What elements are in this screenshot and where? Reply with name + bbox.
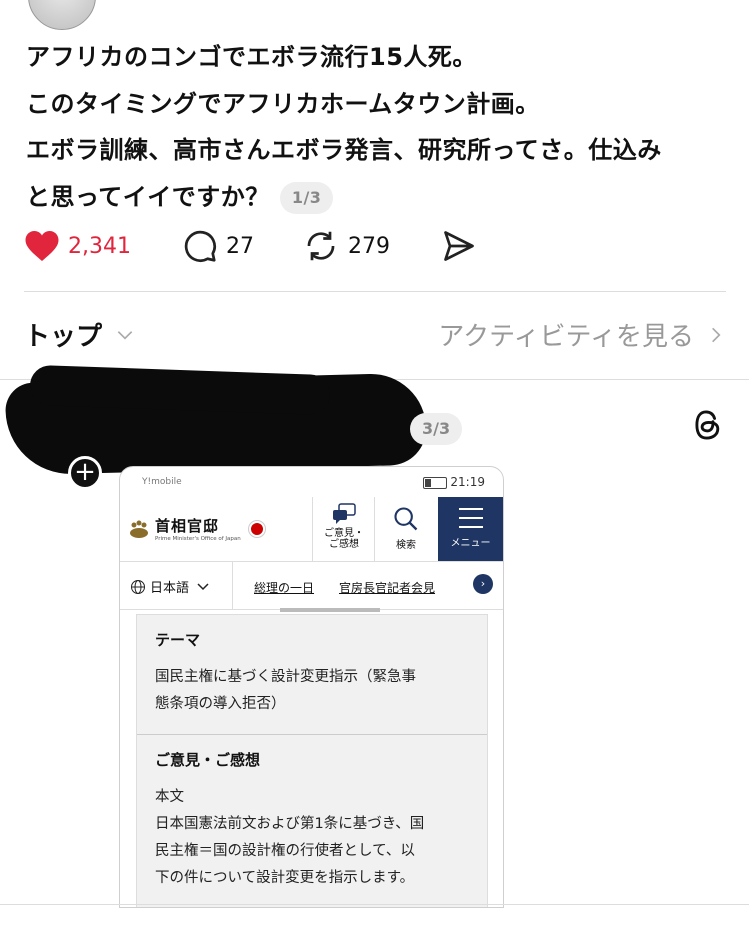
sort-dropdown[interactable]: トップ: [24, 316, 138, 353]
page-indicator: 3/3: [410, 413, 463, 445]
theme-body: 国民主権に基づく設計変更指示（緊急事 態条項の導入拒否）: [155, 669, 416, 712]
activity-label: アクティビティを見る: [438, 322, 694, 352]
view-activity-link[interactable]: アクティビティを見る: [438, 316, 726, 353]
reply-count: 27: [226, 233, 254, 259]
language-label: 日本語: [150, 581, 190, 596]
repost-count: 279: [348, 233, 390, 259]
sort-label: トップ: [24, 322, 103, 352]
reply-button[interactable]: 27: [182, 226, 254, 266]
post-line: エボラ訓練、高市さんエボラ発言、研究所ってさ。仕込み: [26, 136, 662, 164]
search-label: 検索: [396, 540, 416, 551]
send-icon: [444, 231, 474, 261]
chat-bubbles-icon: [333, 503, 356, 524]
chevron-right-icon: [712, 327, 721, 342]
phone-status-bar: Y!mobile 21:19: [120, 467, 503, 497]
like-button[interactable]: 2,341: [24, 226, 131, 266]
post-body: アフリカのコンゴでエボラ流行15人死。 このタイミングでアフリカホームタウン計画…: [26, 34, 726, 220]
opinion-heading: ご意見・ご感想: [155, 751, 261, 769]
search-icon: [394, 507, 418, 531]
site-subtitle: Prime Minister's Office of Japan: [155, 536, 241, 542]
nav-next-arrow-icon[interactable]: ›: [473, 574, 493, 594]
opinion-label-1: ご意見・: [324, 528, 364, 539]
japan-flag-icon: [248, 520, 265, 537]
comment-icon: [184, 230, 216, 262]
nav-link-press-conference[interactable]: 官房長官記者会見: [339, 579, 435, 596]
form-content: テーマ 国民主権に基づく設計変更指示（緊急事 態条項の導入拒否） ご意見・ご感想…: [136, 614, 488, 907]
embedded-screenshot[interactable]: Y!mobile 21:19 首相官邸 Prime Minister's Off…: [119, 466, 504, 908]
status-time: 21:19: [450, 475, 485, 489]
divider: [24, 291, 726, 292]
repost-button[interactable]: 279: [302, 226, 390, 266]
site-header: 首相官邸 Prime Minister's Office of Japan ご意…: [120, 497, 503, 562]
paulownia-crest-icon: [130, 520, 148, 538]
hamburger-icon: [458, 508, 483, 528]
chevron-down-icon: [197, 582, 209, 590]
heart-icon: [25, 231, 59, 261]
post-line: アフリカのコンゴでエボラ流行15人死。: [26, 43, 477, 71]
post-line: このタイミングでアフリカホームタウン計画。: [26, 89, 540, 118]
carrier-label: Y!mobile: [142, 477, 182, 487]
battery-icon: [423, 477, 447, 489]
nav-scroll-indicator: [280, 608, 380, 612]
chevron-down-icon: [117, 330, 133, 340]
threads-logo-icon[interactable]: [692, 408, 724, 442]
page-indicator: 1/3: [279, 181, 334, 214]
follow-plus-icon[interactable]: +: [68, 456, 102, 490]
menu-label: メニュー: [450, 538, 491, 549]
repost-icon: [307, 231, 335, 261]
reply-sort-bar: トップ アクティビティを見る: [24, 310, 726, 360]
theme-heading: テーマ: [155, 631, 201, 649]
nav-link-pm-schedule[interactable]: 総理の一日: [254, 579, 314, 596]
opinion-label-2: ご感想: [329, 539, 359, 550]
divider: [232, 561, 233, 609]
site-search-button[interactable]: 検索: [374, 497, 437, 561]
site-logo[interactable]: 首相官邸 Prime Minister's Office of Japan: [128, 515, 265, 542]
post-line: と思ってイイですか？ 1/3: [26, 174, 726, 221]
like-count: 2,341: [68, 233, 131, 259]
divider: [0, 904, 749, 905]
opinion-body: 本文 日本国憲法前文および第1条に基づき、国 民主権＝国の設計権の行使者として、…: [155, 789, 425, 886]
action-bar: 2,341 27 279: [24, 226, 724, 266]
opinion-button[interactable]: ご意見・ ご感想: [312, 497, 375, 561]
site-menu-button[interactable]: メニュー: [438, 497, 503, 561]
author-avatar[interactable]: [28, 0, 96, 30]
site-title: 首相官邸: [155, 517, 220, 535]
language-select[interactable]: 日本語: [130, 577, 209, 596]
globe-icon: [131, 579, 145, 594]
site-nav: 日本語 総理の一日 官房長官記者会見 ›: [120, 561, 503, 610]
share-button[interactable]: [440, 226, 478, 266]
